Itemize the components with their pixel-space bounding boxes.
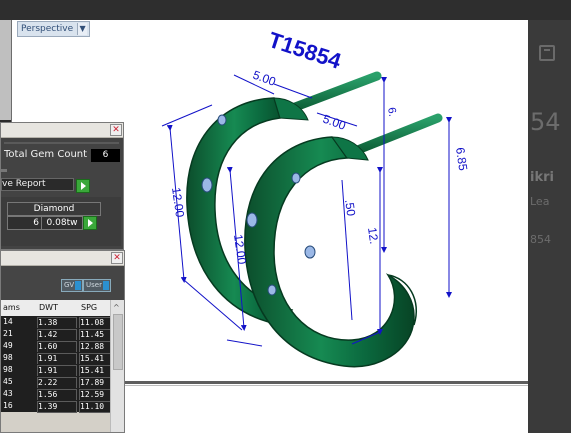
dim-label: 5.00	[321, 112, 348, 133]
table-row[interactable]: 98 1.91 15.41	[1, 352, 112, 365]
close-icon[interactable]: ✕	[110, 124, 122, 136]
user-toggle[interactable]: User	[83, 279, 111, 292]
table-row[interactable]: 98 1.91 15.41	[1, 364, 112, 377]
right-panel-sub: Lea	[530, 195, 550, 208]
view-mode-dropdown[interactable]: Perspective ▼	[17, 21, 91, 37]
table-cell: 49	[3, 341, 13, 350]
view-mode-label: Perspective	[21, 24, 74, 34]
table-row[interactable]: 16 1.39 11.10	[1, 400, 112, 413]
part-label: T15854	[265, 27, 344, 74]
table-cell: 98	[3, 353, 13, 362]
right-panel-heading: 54	[530, 108, 561, 136]
dim-label: 5.00	[251, 68, 278, 89]
table-row[interactable]: 49 1.60 12.88	[1, 340, 112, 353]
col-header: SPG	[81, 303, 98, 312]
table-row[interactable]: 45 2.22 17.89	[1, 376, 112, 389]
diamond-header: Diamond	[7, 202, 101, 216]
table-cell: 21	[3, 329, 13, 338]
report-label: ve Report	[2, 179, 46, 189]
dim-label: 12.	[365, 226, 381, 244]
diamond-count: 6	[7, 216, 42, 230]
dim-label: 12.00	[231, 233, 249, 265]
col-header: DWT	[39, 303, 58, 312]
panel-titlebar[interactable]: ✕	[1, 123, 123, 138]
table-cell: 45	[3, 377, 13, 386]
table-row[interactable]: 43 1.56 12.59	[1, 388, 112, 401]
diamond-go-button[interactable]	[83, 216, 97, 230]
table-row[interactable]: 14 1.38 11.08	[1, 316, 112, 329]
front-hoop	[244, 136, 415, 368]
dim-label: 12.00	[169, 186, 187, 218]
panel-titlebar[interactable]: ✕	[1, 251, 124, 266]
right-panel-name: ikri	[530, 170, 554, 185]
scroll-up-icon[interactable]: ^	[113, 303, 120, 312]
table-cell: 98	[3, 365, 13, 374]
dim-label: 6.85	[453, 146, 470, 171]
table-cell: 1.39	[37, 401, 77, 413]
total-gem-count-value: 6	[91, 149, 120, 162]
gv-toggle-label: GV	[64, 281, 75, 289]
weights-table-panel: ✕ GV User ams DWT SPG 14 1.38 11.08 21 1.42 1…	[0, 250, 125, 433]
scroll-thumb[interactable]	[113, 314, 123, 370]
right-panel-code: 854	[530, 233, 551, 246]
post-front	[345, 113, 443, 158]
table-cell: 11.10	[79, 401, 112, 413]
save-icon[interactable]	[539, 45, 555, 61]
top-bar	[0, 0, 571, 20]
gem-count-panel: ✕ Total Gem Count 6 ve Report Diamond 6 …	[0, 122, 124, 250]
user-toggle-label: User	[86, 281, 102, 289]
vertical-scrollbar[interactable]: ^	[110, 300, 124, 432]
table-row[interactable]: 21 1.42 11.45	[1, 328, 112, 341]
col-header: ams	[3, 303, 20, 312]
table-cell: 43	[3, 389, 13, 398]
chevron-down-icon[interactable]: ▼	[77, 23, 88, 35]
left-panel-strip	[0, 20, 11, 120]
gv-toggle[interactable]: GV	[61, 279, 83, 292]
dim-label: .50	[342, 198, 358, 217]
diamond-weight: 0.08tw	[41, 216, 83, 230]
total-gem-count-label: Total Gem Count	[4, 149, 88, 160]
dim-label: 6.	[385, 106, 398, 117]
table-header: ams DWT SPG	[1, 300, 110, 316]
table-cell: 16	[3, 401, 13, 410]
report-go-button[interactable]	[76, 179, 90, 193]
right-side-panel: 54 ikri Lea 854	[528, 20, 571, 433]
close-icon[interactable]: ✕	[111, 252, 123, 264]
table-cell: 14	[3, 317, 13, 326]
